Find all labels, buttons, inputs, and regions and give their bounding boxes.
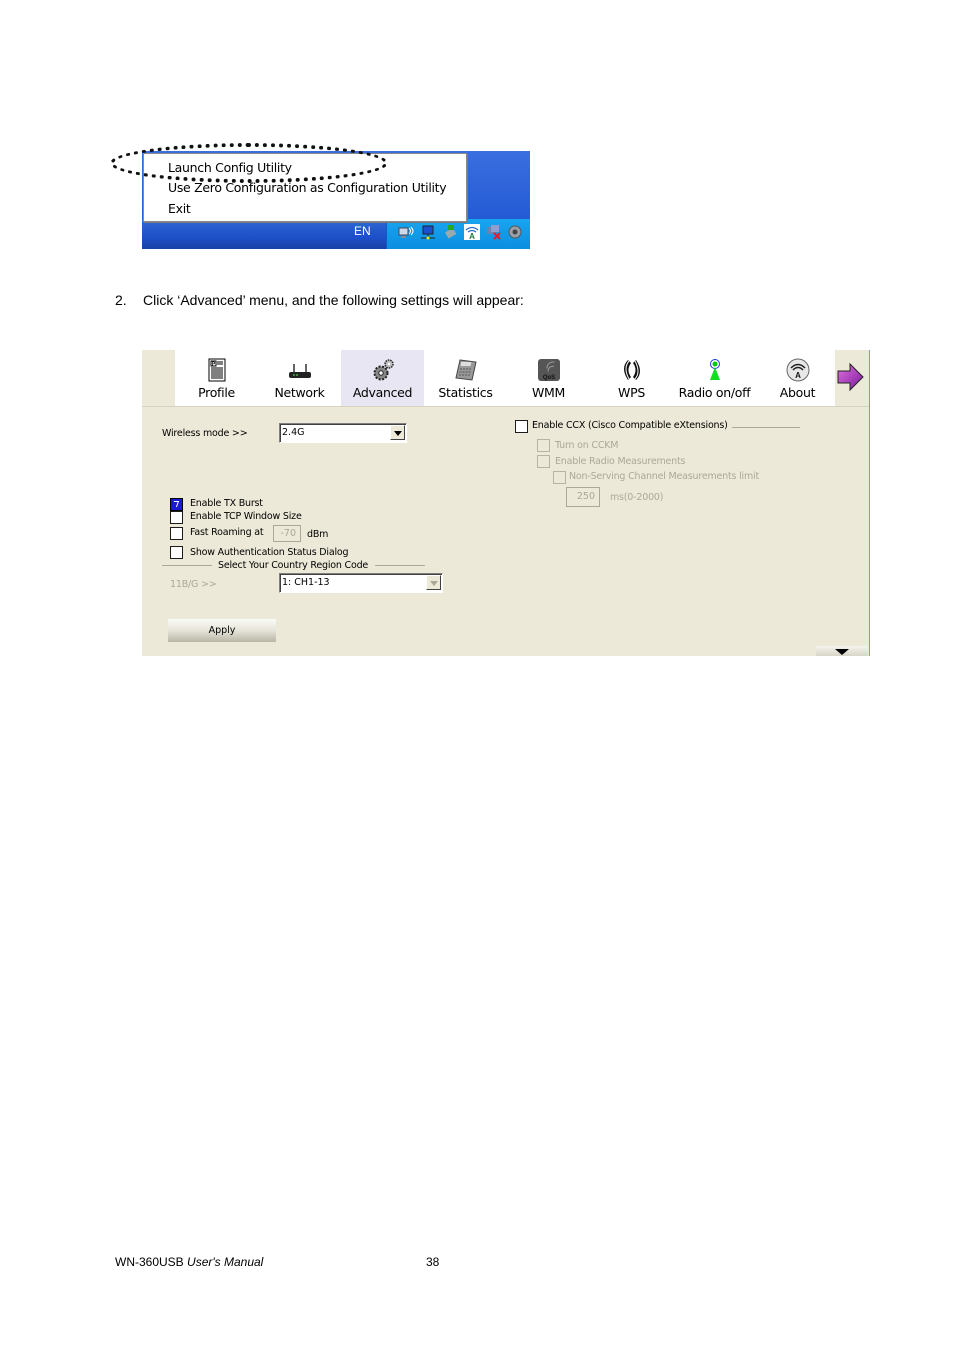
tab-network-label: Network (274, 385, 325, 400)
ccx-group-line (732, 427, 800, 428)
chevron-down-icon[interactable] (426, 575, 441, 590)
tcp-window-checkbox[interactable] (170, 511, 183, 524)
volume-icon[interactable] (508, 224, 524, 240)
tab-profile[interactable]: P Profile (175, 350, 258, 406)
tab-about-label: About (779, 385, 816, 400)
fast-roaming-input[interactable]: -70 (273, 525, 301, 542)
svg-text:A: A (795, 371, 801, 380)
measurement-limit-input[interactable]: 250 (566, 487, 600, 507)
tab-radio-on-off[interactable]: Radio on/off (673, 350, 756, 406)
tx-burst-checkbox[interactable] (170, 498, 183, 511)
wireless-utility-icon[interactable]: A (464, 224, 480, 241)
menu-item-exit[interactable]: Exit (168, 201, 191, 216)
footer-title: WN-360USB User's Manual (115, 1255, 263, 1269)
gears-icon (373, 359, 394, 381)
arrow-right-icon[interactable] (836, 362, 864, 392)
menu-item-use-zero-configuration[interactable]: Use Zero Configuration as Configuration … (168, 180, 447, 195)
wireless-mode-label: Wireless mode >> (162, 428, 248, 439)
tab-about[interactable]: A About (756, 350, 839, 406)
radio-measurements-label: Enable Radio Measurements (555, 456, 686, 467)
non-serving-checkbox[interactable] (553, 471, 566, 484)
router-icon (288, 364, 311, 378)
tab-statistics[interactable]: Statistics (424, 350, 507, 406)
tab-advanced-label: Advanced (352, 385, 413, 400)
step-text: Click ‘Advanced’ menu, and the following… (143, 292, 524, 308)
wireless-mode-select[interactable]: 2.4G (279, 423, 407, 443)
measurement-limit-unit: ms(0-2000) (610, 492, 664, 503)
tab-statistics-label: Statistics (438, 385, 493, 400)
page-number: 38 (426, 1255, 440, 1269)
step-number: 2. (115, 292, 127, 308)
chevron-down-icon[interactable] (390, 425, 405, 440)
auth-dialog-checkbox[interactable] (170, 546, 183, 559)
network-disconnected-icon[interactable] (486, 224, 502, 240)
ccx-label: Enable CCX (Cisco Compatible eXtensions) (532, 420, 728, 431)
cckm-label: Turn on CCKM (555, 440, 619, 451)
fast-roaming-checkbox[interactable] (170, 527, 183, 540)
tab-wps[interactable]: WPS (590, 350, 673, 406)
footer-product: WN-360USB (115, 1255, 184, 1269)
svg-text:A: A (469, 232, 475, 240)
region-group-line-left (162, 565, 212, 566)
config-utility-window: P Profile Network Advanced Statistics Qo… (142, 350, 870, 656)
toolbar: P Profile Network Advanced Statistics Qo… (175, 350, 835, 406)
antenna-icon (709, 359, 720, 380)
region-group-label: Select Your Country Region Code (218, 560, 369, 571)
tab-profile-label: Profile (198, 385, 235, 400)
instruction-step: 2. Click ‘Advanced’ menu, and the followi… (115, 292, 524, 308)
tab-radio-on-off-label: Radio on/off (678, 385, 751, 400)
radio-measurements-checkbox[interactable] (537, 455, 550, 468)
usb-device-icon[interactable] (442, 224, 458, 240)
tcp-window-label: Enable TCP Window Size (190, 511, 302, 522)
non-serving-label: Non-Serving Channel Measurements limit (569, 471, 759, 482)
about-icon: A (786, 358, 809, 382)
region-group-line-right (375, 565, 425, 566)
tab-wmm-label: WMM (531, 385, 566, 400)
profile-icon: P (208, 358, 225, 382)
calculator-icon (454, 359, 477, 381)
wireless-network-icon[interactable] (398, 224, 414, 240)
ccx-checkbox[interactable] (515, 420, 528, 433)
highlight-ellipse (110, 143, 388, 183)
cckm-checkbox[interactable] (537, 439, 550, 452)
scroll-down-button[interactable] (816, 646, 868, 656)
region-select[interactable]: 1: CH1-13 (279, 573, 443, 593)
region-label: 11B/G >> (170, 579, 217, 590)
apply-button[interactable]: Apply (168, 619, 276, 642)
fast-roaming-label: Fast Roaming at (190, 527, 264, 538)
wireless-mode-value: 2.4G (282, 427, 305, 438)
qos-icon: QoS (537, 359, 560, 381)
auth-dialog-label: Show Authentication Status Dialog (190, 547, 349, 558)
wps-icon (623, 360, 640, 380)
tab-network[interactable]: Network (258, 350, 341, 406)
footer-manual: User's Manual (187, 1255, 264, 1269)
region-value: 1: CH1-13 (282, 577, 330, 588)
toolbar-divider (142, 406, 869, 407)
tab-advanced[interactable]: Advanced (341, 350, 424, 406)
language-indicator[interactable]: EN (354, 224, 371, 238)
fast-roaming-unit: dBm (307, 529, 329, 540)
tx-burst-label: Enable TX Burst (190, 498, 263, 509)
tab-wps-label: WPS (618, 385, 645, 400)
lan-connection-icon[interactable] (420, 224, 436, 240)
tab-wmm[interactable]: QoS WMM (507, 350, 590, 406)
svg-text:QoS: QoS (542, 375, 554, 381)
